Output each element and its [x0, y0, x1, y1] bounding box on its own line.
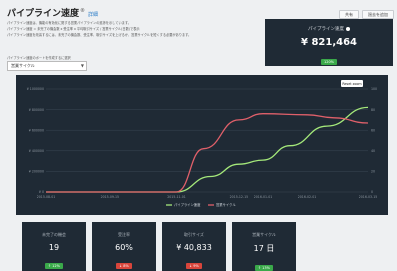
kpi-value: 17 日	[253, 244, 275, 253]
chevron-down-icon: ▼	[80, 63, 84, 68]
kpi-badge: ↑ 13%	[255, 265, 273, 271]
pipeline-chart[interactable]: ¥ 1000000 100 ¥ 800000 80 ¥ 600000 60 ¥ 400000…	[16, 75, 388, 215]
reset-zoom-label: Reset zoom	[342, 82, 361, 86]
series-line	[46, 113, 369, 193]
kpi-badge: ↓ 8%	[116, 263, 132, 269]
x-tick-label: 2015-09-15	[101, 195, 120, 199]
kpi-card-sales-cycle: 営業サイクル 17 日 ↑ 13%	[232, 222, 296, 271]
x-tick-label: 2015-12-15	[230, 195, 249, 199]
x-tick-label: 2016-02-01	[298, 195, 317, 199]
selector-label: パイプライン速度のポートを作成するに選択	[7, 56, 71, 60]
kpi-badge: ↓ 9%	[186, 263, 202, 269]
kpi-label: 未完了の機会	[42, 232, 66, 237]
y-tick-label-right: 20	[371, 170, 375, 174]
x-tick-label: 2016-01-01	[254, 195, 273, 199]
kpi-card-open-opportunities: 未完了の機会 19 ↑ 12%	[22, 222, 86, 271]
y-tick-label-right: 0	[371, 190, 373, 194]
summary-label-text: パイプライン速度	[308, 27, 344, 32]
summary-label: パイプライン速度	[265, 26, 393, 32]
metric-select-value: 営業サイクル	[11, 63, 35, 68]
description-line: パイプライン速度を改善するには、未完了の機会数、受注率、取引サイズを上げるか、営…	[7, 33, 192, 37]
series-line	[46, 106, 369, 193]
chart-svg: ¥ 1000000 100 ¥ 800000 80 ¥ 600000 60 ¥ 400000…	[27, 80, 378, 207]
kpi-card-win-rate: 受注率 60% ↓ 8%	[92, 222, 156, 271]
y-tick-label: ¥ 400000	[29, 149, 44, 153]
share-button[interactable]: 共有	[339, 10, 359, 19]
detail-link[interactable]: 詳細	[88, 12, 98, 18]
summary-value: ¥ 821,464	[301, 37, 357, 48]
x-tick-label: 2015-11-01	[167, 195, 186, 199]
y-tick-label: ¥ 1000000	[27, 87, 44, 91]
kpi-value: 60%	[115, 243, 133, 252]
y-tick-label-right: 100	[371, 87, 377, 91]
kpi-label: 受注率	[118, 232, 130, 237]
kpi-label: 営業サイクル	[252, 232, 276, 237]
legend-label: パイプライン速度	[174, 202, 201, 207]
y-tick-label: ¥ 600000	[29, 128, 44, 132]
summary-badge: 120%	[320, 59, 337, 65]
page-title-text: パイプライン速度	[7, 9, 80, 19]
y-tick-label-right: 40	[371, 149, 375, 153]
x-tick-label: 2016-03-15	[359, 195, 378, 199]
y-tick-label: ¥ 200000	[29, 170, 44, 174]
kpi-badge: ↑ 12%	[45, 263, 63, 269]
kpi-card-deal-size: 取引サイズ ¥ 40,833 ↓ 9%	[162, 222, 226, 271]
y-tick-label-right: 60	[371, 128, 375, 132]
pipeline-velocity-card: パイプライン速度 ¥ 821,464 120%	[265, 19, 393, 66]
info-icon[interactable]: ®	[80, 8, 85, 14]
info-icon[interactable]	[346, 26, 350, 31]
metric-select[interactable]: 営業サイクル ▼	[7, 61, 87, 71]
page-title: パイプライン速度®詳細	[7, 6, 98, 19]
kpi-value: ¥ 40,833	[176, 243, 212, 252]
y-tick-label: ¥ 800000	[29, 108, 44, 112]
add-filter-button[interactable]: 過去を追加	[362, 10, 394, 19]
description: パイプライン速度は、機能の有効化に関する営業パイプラインの進捗を示しています。 …	[7, 20, 207, 38]
kpi-label: 取引サイズ	[184, 232, 204, 237]
legend-label: 営業サイクル	[216, 202, 236, 207]
y-tick-label-right: 80	[371, 108, 375, 112]
y-tick-label: ¥ 0	[39, 190, 44, 194]
kpi-value: 19	[48, 243, 60, 252]
x-tick-label: 2015-08-01	[37, 195, 56, 199]
